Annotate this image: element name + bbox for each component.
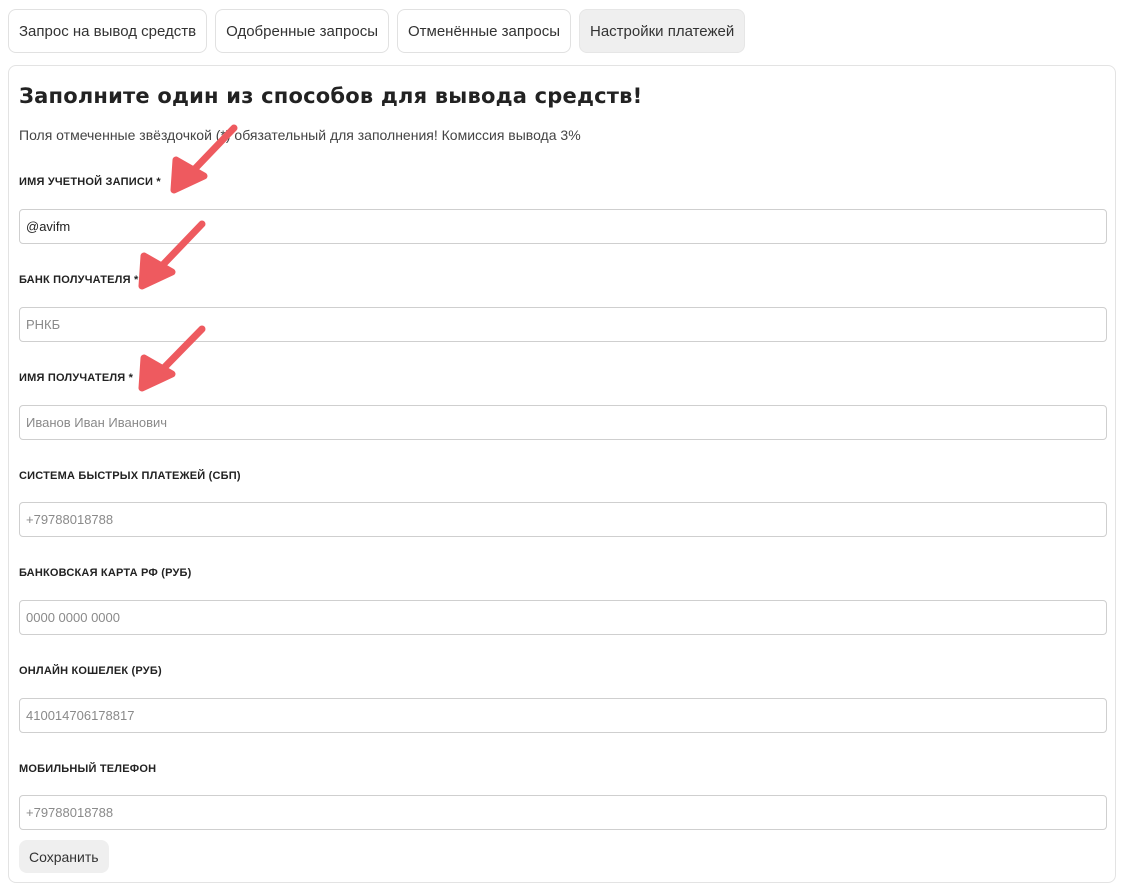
annotation-arrows: [138, 124, 238, 392]
arrow-icon: [138, 220, 206, 290]
arrow-icon: [170, 124, 238, 194]
arrow-icon: [138, 325, 206, 392]
